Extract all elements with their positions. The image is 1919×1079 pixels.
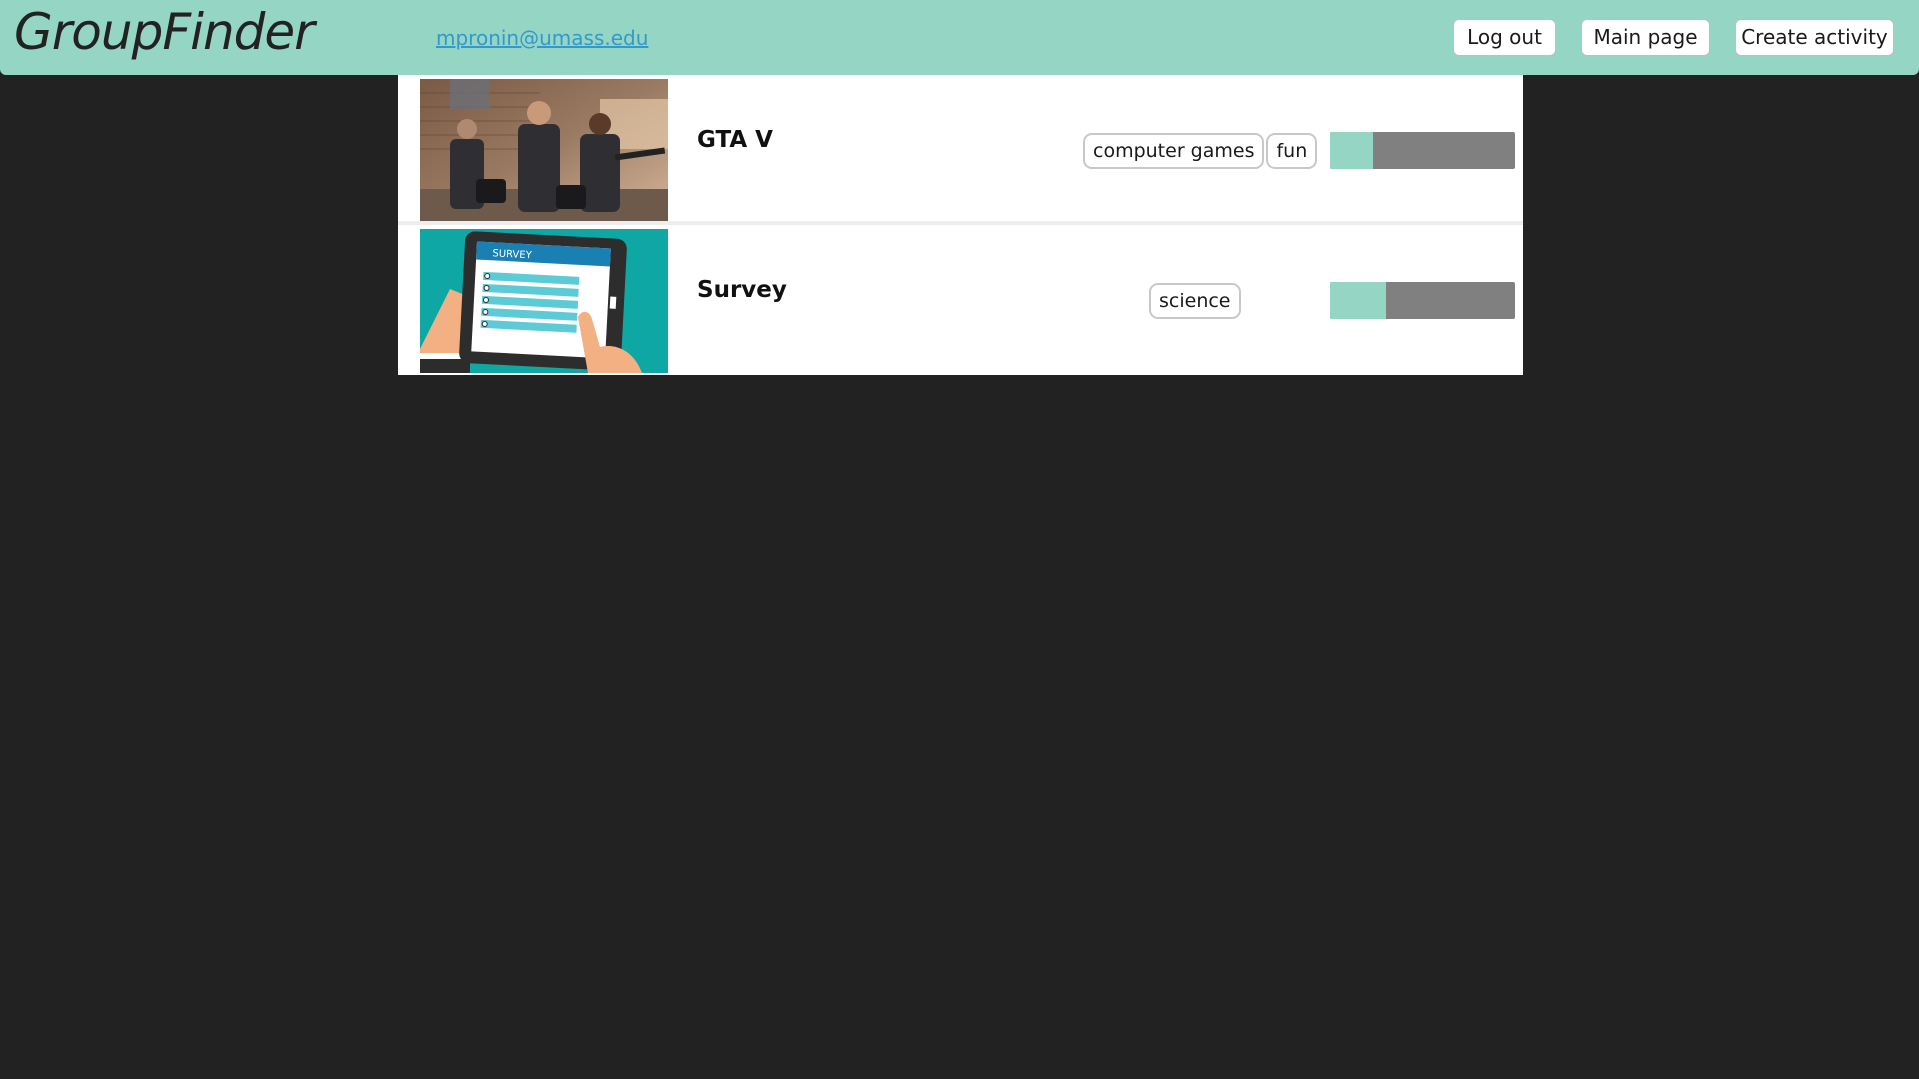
tag-fun[interactable]: fun: [1266, 133, 1318, 169]
activity-list: GTA V computer games fun SURVEY Survey s…: [398, 75, 1523, 375]
survey-image-text: SURVEY: [492, 248, 533, 261]
activity-image-gta-v: [420, 79, 668, 223]
main-page-button[interactable]: Main page: [1581, 19, 1710, 56]
activity-image-survey: SURVEY: [420, 229, 668, 373]
tag-science[interactable]: science: [1149, 283, 1241, 319]
participants-progress-bar: [1330, 132, 1515, 169]
top-navigation-bar: GroupFinder mpronin@umass.edu Log out Ma…: [0, 0, 1919, 75]
create-activity-button[interactable]: Create activity: [1735, 19, 1894, 56]
participants-progress-bar: [1330, 282, 1515, 319]
activity-tags: science: [1149, 283, 1241, 319]
activity-row-survey[interactable]: SURVEY Survey science: [398, 225, 1523, 373]
activity-title[interactable]: GTA V: [697, 125, 773, 155]
progress-fill: [1330, 282, 1386, 319]
logout-button[interactable]: Log out: [1453, 19, 1556, 56]
user-email-link[interactable]: mpronin@umass.edu: [436, 25, 648, 51]
activity-title[interactable]: Survey: [697, 275, 787, 305]
activity-row-gta-v[interactable]: GTA V computer games fun: [398, 75, 1523, 223]
progress-fill: [1330, 132, 1373, 169]
app-logo[interactable]: GroupFinder: [14, 1, 315, 63]
tag-computer-games[interactable]: computer games: [1083, 133, 1265, 169]
activity-tags: computer games fun: [1083, 133, 1318, 169]
